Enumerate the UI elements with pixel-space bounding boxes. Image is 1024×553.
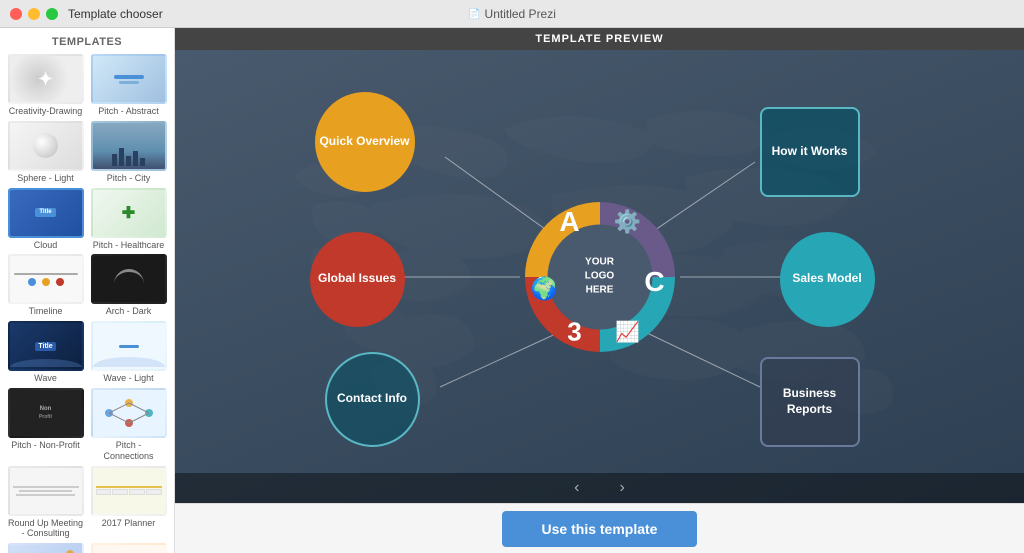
template-thumb-timeline[interactable] (8, 254, 84, 304)
tab-bar: 📄 Untitled Prezi (456, 0, 568, 28)
bubble-business-reports: Business Reports (760, 357, 860, 447)
preview-container: Quick Overview How it Works Global Issue… (175, 50, 1024, 503)
template-label: Creativity-Drawing (9, 106, 83, 117)
next-slide-button[interactable]: › (610, 479, 635, 497)
segment-chart-icon: 📈 (615, 319, 640, 344)
preview-header: TEMPLATE PREVIEW (175, 28, 1024, 50)
template-item-arch-dark[interactable]: Arch - Dark (89, 254, 168, 317)
template-label: 2017 Planner (102, 518, 156, 529)
bubble-how-it-works: How it Works (760, 107, 860, 197)
slide-background: Quick Overview How it Works Global Issue… (175, 50, 1024, 503)
template-thumb-arch-dark[interactable] (91, 254, 167, 304)
template-label: Timeline (29, 306, 63, 317)
template-label: Wave - Light (103, 373, 153, 384)
title-bar: Template chooser 📄 Untitled Prezi (0, 0, 1024, 28)
prev-slide-button[interactable]: ‹ (564, 479, 589, 497)
template-label: Pitch - City (107, 173, 151, 184)
template-item-timeline[interactable]: Timeline (6, 254, 85, 317)
template-label: Round Up Meeting - Consulting (8, 518, 84, 540)
slide-nav-bar: ‹ › (175, 473, 1024, 503)
template-thumb-roundup[interactable] (8, 466, 84, 516)
template-thumb-around-topic[interactable] (8, 543, 84, 553)
template-thumb-pitch-city[interactable] (91, 121, 167, 171)
template-item-connections[interactable]: Pitch - Connections (89, 388, 168, 462)
template-item-wave[interactable]: Title Wave (6, 321, 85, 384)
template-item-planner[interactable]: 2017 Planner (89, 466, 168, 540)
template-label: Pitch - Healthcare (93, 240, 165, 251)
template-item-pitch-abstract[interactable]: Pitch - Abstract (89, 54, 168, 117)
sidebar-header: TEMPLATES (0, 28, 174, 54)
bubble-sales-model: Sales Model (780, 232, 875, 327)
bubble-contact-info: Contact Info (325, 352, 420, 447)
template-thumb-wave[interactable]: Title (8, 321, 84, 371)
template-label: Arch - Dark (106, 306, 152, 317)
diagram: Quick Overview How it Works Global Issue… (300, 77, 900, 477)
center-logo-circle: YOURLOGOHERE (547, 224, 652, 329)
template-thumb-sphere-linear[interactable]: Email (91, 543, 167, 553)
template-item-creativity[interactable]: ✦ Creativity-Drawing (6, 54, 85, 117)
main-container: TEMPLATES ✦ Creativity-Drawing (0, 28, 1024, 553)
maximize-button[interactable] (46, 8, 58, 20)
template-label: Pitch - Non-Profit (11, 440, 80, 451)
template-item-roundup[interactable]: Round Up Meeting - Consulting (6, 466, 85, 540)
template-thumb-wave-light[interactable] (91, 321, 167, 371)
template-thumb-cloud[interactable]: Title (8, 188, 84, 238)
template-label: Pitch - Connections (91, 440, 167, 462)
bubble-global-issues: Global Issues (310, 232, 405, 327)
use-template-button[interactable]: Use this template (502, 511, 698, 547)
window-title: Template chooser (68, 7, 163, 21)
bottom-bar: Use this template (175, 503, 1024, 553)
segment-label-a: A (559, 206, 579, 238)
template-thumb-pitch-healthcare[interactable]: ✚ (91, 188, 167, 238)
traffic-lights (10, 8, 58, 20)
template-thumb-nonprofit[interactable]: Non Profit (8, 388, 84, 438)
bubble-quick-overview: Quick Overview (315, 92, 415, 192)
template-thumb-sphere-light[interactable] (8, 121, 84, 171)
template-item-pitch-city[interactable]: Pitch - City (89, 121, 168, 184)
template-thumb-pitch-abstract[interactable] (91, 54, 167, 104)
template-item-sphere-light[interactable]: Sphere - Light (6, 121, 85, 184)
template-thumb-planner[interactable] (91, 466, 167, 516)
template-item-nonprofit[interactable]: Non Profit Pitch - Non-Profit (6, 388, 85, 462)
segment-gear-icon: ⚙️ (614, 209, 641, 235)
tab-untitled-prezi[interactable]: 📄 Untitled Prezi (456, 7, 568, 21)
template-label: Wave (34, 373, 57, 384)
template-thumb-connections[interactable] (91, 388, 167, 438)
segment-label-c: C (644, 266, 664, 298)
template-grid: ✦ Creativity-Drawing Pitch - Abstract (0, 54, 174, 553)
sidebar: TEMPLATES ✦ Creativity-Drawing (0, 28, 175, 553)
template-label: Sphere - Light (17, 173, 74, 184)
minimize-button[interactable] (28, 8, 40, 20)
content-area: TEMPLATE PREVIEW (175, 28, 1024, 553)
template-item-around-topic[interactable]: Around a Topic (6, 543, 85, 553)
close-button[interactable] (10, 8, 22, 20)
template-item-sphere-linear[interactable]: Email Sphere Linear - Light (89, 543, 168, 553)
segment-label-3: 3 (567, 316, 581, 347)
template-item-wave-light[interactable]: Wave - Light (89, 321, 168, 384)
template-item-cloud[interactable]: Title Cloud (6, 188, 85, 251)
template-item-pitch-healthcare[interactable]: ✚ Pitch - Healthcare (89, 188, 168, 251)
tab-label: Untitled Prezi (485, 7, 556, 21)
template-label: Cloud (34, 240, 58, 251)
template-label: Pitch - Abstract (98, 106, 159, 117)
segment-globe-icon: 🌍 (531, 276, 558, 302)
template-thumb-creativity[interactable]: ✦ (8, 54, 84, 104)
